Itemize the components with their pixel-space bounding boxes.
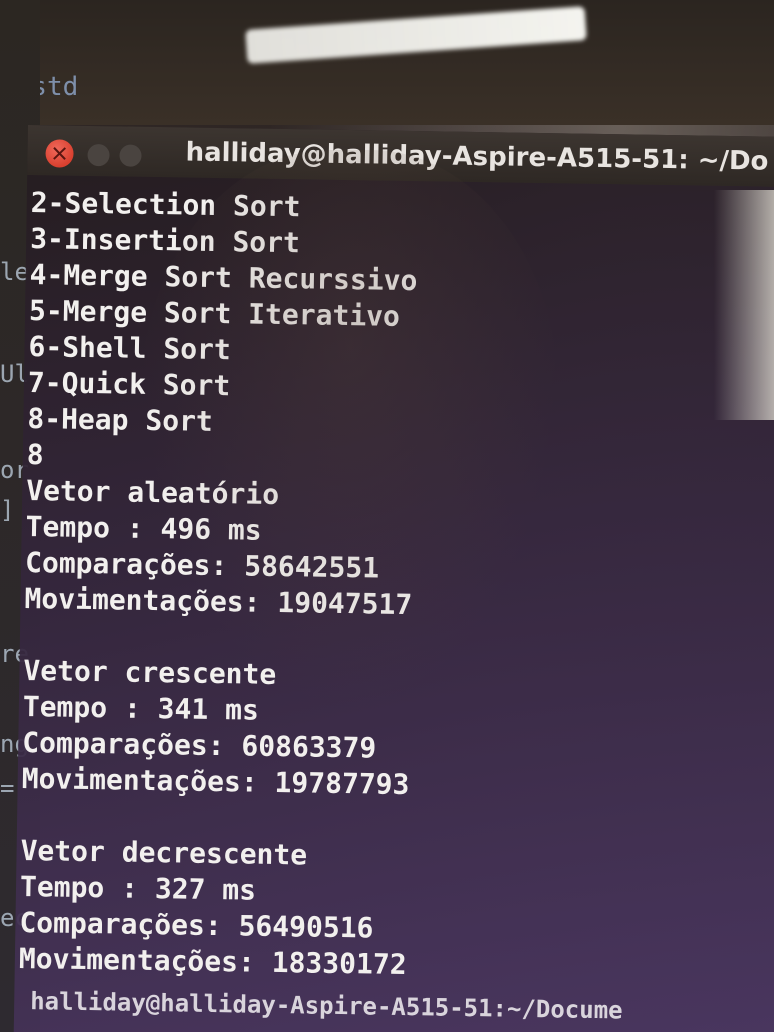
- close-icon[interactable]: [45, 139, 74, 168]
- minimize-icon[interactable]: [87, 143, 110, 167]
- editor-fragment: =: [0, 774, 15, 802]
- ceiling-light-reflection: [245, 6, 587, 64]
- photo-of-screen: e std le Ul or ] re ng = ec halliday@hal…: [0, 0, 774, 1032]
- terminal-output[interactable]: 2-Selection Sort 3-Insertion Sort 4-Merg…: [19, 185, 771, 989]
- terminal-window[interactable]: halliday@halliday-Aspire-A515-51: ~/Do 2…: [13, 125, 774, 1032]
- background-editor-top: e std: [0, 0, 774, 125]
- maximize-icon[interactable]: [119, 144, 142, 167]
- terminal-titlebar[interactable]: halliday@halliday-Aspire-A515-51: ~/Do: [27, 125, 774, 187]
- terminal-title: halliday@halliday-Aspire-A515-51: ~/Do: [185, 137, 769, 177]
- editor-fragment: ]: [0, 496, 15, 524]
- shell-prompt[interactable]: halliday@halliday-Aspire-A515-51:~/Docum…: [30, 987, 623, 1024]
